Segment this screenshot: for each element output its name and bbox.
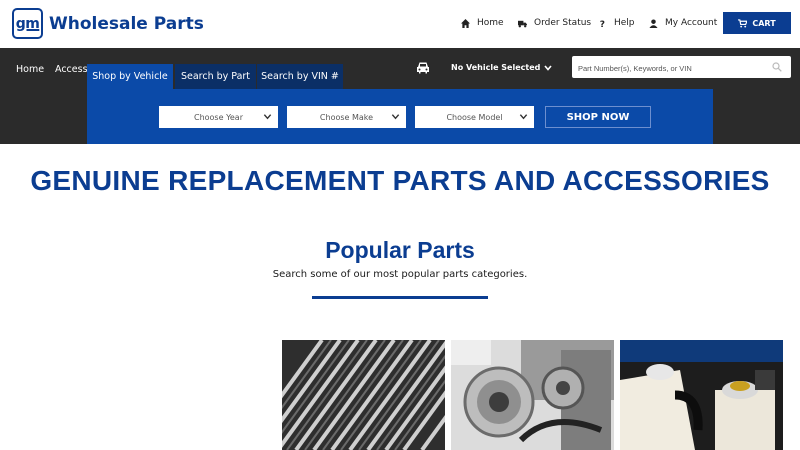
order-status-link[interactable]: Order Status bbox=[518, 15, 591, 31]
tab-shop-by-vehicle[interactable]: Shop by Vehicle bbox=[87, 64, 173, 89]
cart-icon bbox=[738, 18, 748, 28]
make-select[interactable]: Choose Make bbox=[287, 106, 406, 128]
chevron-down-icon bbox=[519, 114, 528, 120]
my-account-link[interactable]: My Account bbox=[649, 15, 717, 31]
section-divider bbox=[312, 296, 488, 299]
chevron-down-icon bbox=[544, 64, 552, 71]
search-input[interactable] bbox=[572, 57, 762, 80]
model-select[interactable]: Choose Model bbox=[415, 106, 534, 128]
tab-search-by-part[interactable]: Search by Part bbox=[175, 64, 256, 89]
help-link[interactable]: ? Help bbox=[598, 15, 635, 31]
page-headline: GENUINE REPLACEMENT PARTS AND ACCESSORIE… bbox=[30, 165, 770, 196]
car-icon bbox=[417, 62, 429, 74]
tab-search-by-vin[interactable]: Search by VIN # bbox=[257, 64, 343, 89]
chevron-down-icon bbox=[263, 114, 272, 120]
shop-now-button[interactable]: SHOP NOW bbox=[545, 106, 651, 128]
brand-name: Wholesale Parts bbox=[49, 13, 204, 34]
svg-text:?: ? bbox=[600, 20, 605, 28]
nav-home[interactable]: Home bbox=[16, 64, 44, 75]
category-card-alternators[interactable] bbox=[451, 340, 614, 450]
category-card-fluid-reservoirs[interactable] bbox=[620, 340, 783, 450]
vehicle-selector[interactable]: No Vehicle Selected bbox=[451, 63, 552, 72]
gm-logo-icon: gm bbox=[12, 8, 43, 39]
chevron-down-icon bbox=[391, 114, 400, 120]
home-icon bbox=[461, 18, 470, 28]
category-card-filters[interactable] bbox=[282, 340, 445, 450]
popular-parts-subtitle: Search some of our most popular parts ca… bbox=[272, 269, 528, 280]
home-link[interactable]: Home bbox=[461, 15, 504, 31]
cart-button[interactable]: CART bbox=[723, 12, 791, 34]
user-icon bbox=[649, 18, 658, 28]
site-header: gm Wholesale Parts Home Order Status ? H… bbox=[0, 0, 800, 48]
search-icon[interactable] bbox=[772, 62, 782, 72]
truck-icon bbox=[518, 20, 527, 27]
coolant-reservoir-image bbox=[620, 340, 783, 450]
air-filter-image bbox=[282, 340, 445, 450]
alternator-engine-image bbox=[451, 340, 614, 450]
search-box bbox=[572, 56, 791, 80]
popular-parts-title: Popular Parts bbox=[325, 237, 475, 263]
logo[interactable]: gm Wholesale Parts bbox=[12, 8, 204, 39]
question-icon: ? bbox=[600, 20, 605, 28]
year-select[interactable]: Choose Year bbox=[159, 106, 278, 128]
